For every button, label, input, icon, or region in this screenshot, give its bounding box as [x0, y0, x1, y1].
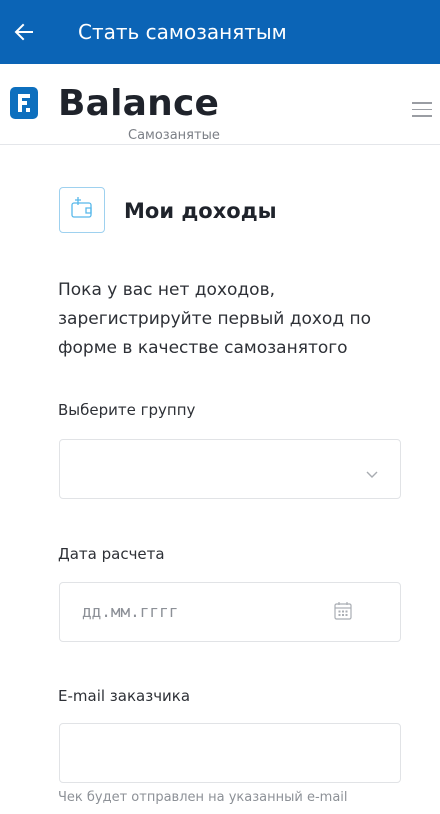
empty-state-message: Пока у вас нет доходов, зарегистрируйте … — [58, 280, 371, 358]
wallet-icon — [59, 187, 105, 233]
brand-subtitle: Самозанятые — [128, 128, 220, 143]
section-title: Мои доходы — [124, 199, 277, 223]
chevron-down-icon — [366, 464, 378, 478]
calendar-icon[interactable] — [333, 601, 353, 621]
email-input[interactable] — [74, 742, 374, 759]
balance-logo-icon[interactable] — [10, 87, 38, 119]
email-label: E-mail заказчика — [58, 687, 191, 705]
page-title: Стать самозанятым — [78, 20, 287, 44]
email-hint: Чек будет отправлен на указанный e-mail — [58, 790, 348, 805]
date-input[interactable] — [82, 601, 332, 623]
brand-name: Balance — [58, 83, 220, 124]
arrow-left-icon[interactable] — [12, 20, 36, 44]
top-app-bar: Стать самозанятым — [0, 0, 440, 64]
date-label: Дата расчета — [58, 545, 165, 563]
date-field — [59, 582, 401, 642]
hamburger-menu-icon[interactable] — [412, 102, 432, 118]
group-select[interactable] — [59, 439, 401, 499]
email-field — [59, 723, 401, 783]
group-label: Выберите группу — [58, 401, 196, 419]
